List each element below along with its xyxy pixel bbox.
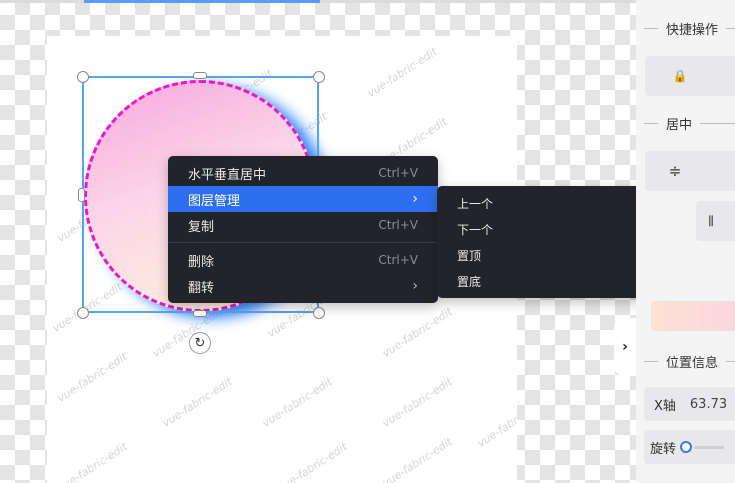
resize-handle-top[interactable] bbox=[193, 72, 207, 79]
watermark: vue-fabric-edit bbox=[379, 375, 455, 430]
ruler-selection-highlight bbox=[84, 0, 320, 3]
menu-item-shortcut: Ctrl+V bbox=[378, 218, 418, 232]
align-horizontal-center-icon: ⫼ bbox=[708, 213, 714, 228]
lock-icon: 🔒 bbox=[672, 69, 688, 83]
menu-item-label: 删除 bbox=[188, 254, 215, 270]
panel-collapse-button[interactable]: › bbox=[614, 318, 636, 376]
submenu-item-label: 置底 bbox=[457, 274, 482, 289]
menu-item-shortcut: Ctrl+V bbox=[378, 253, 418, 267]
align-vertical-center-icon: ≑ bbox=[668, 162, 682, 180]
menu-item-delete[interactable]: 删除 Ctrl+V bbox=[168, 247, 438, 273]
menu-item-shortcut: Ctrl+V bbox=[378, 166, 418, 180]
menu-item-label: 翻转 bbox=[188, 280, 215, 296]
x-axis-value: 63.73 bbox=[689, 396, 728, 412]
submenu-item-label: 上一个 bbox=[457, 196, 494, 211]
rotation-label: 旋转 bbox=[650, 441, 677, 457]
watermark: vue-fabric-edit bbox=[259, 375, 335, 430]
watermark: vue-fabric-edit bbox=[364, 45, 440, 100]
top-ruler bbox=[0, 0, 636, 3]
submenu-item-label: 置顶 bbox=[457, 248, 482, 263]
menu-item-copy[interactable]: 复制 Ctrl+V bbox=[168, 212, 438, 238]
submenu-item-label: 下一个 bbox=[457, 222, 494, 237]
resize-handle-left[interactable] bbox=[78, 188, 85, 202]
section-title-quick-ops: 快捷操作 bbox=[636, 18, 735, 38]
align-vertical-center-button[interactable]: ≑ bbox=[645, 151, 735, 191]
watermark: vue-fabric-edit bbox=[54, 350, 130, 405]
lock-button[interactable]: 🔒 bbox=[645, 56, 735, 96]
section-title-center: 居中 bbox=[636, 113, 735, 133]
context-menu: 水平垂直居中 Ctrl+V 图层管理 › 复制 Ctrl+V 删除 Ctrl+V… bbox=[168, 156, 438, 303]
resize-handle-top-left[interactable] bbox=[77, 71, 89, 83]
menu-item-layer-management[interactable]: 图层管理 › bbox=[168, 186, 438, 212]
chevron-right-icon: › bbox=[412, 278, 418, 294]
menu-item-flip[interactable]: 翻转 › bbox=[168, 273, 438, 299]
chevron-right-icon: › bbox=[622, 339, 628, 355]
menu-item-label: 复制 bbox=[188, 219, 215, 235]
fill-color-swatch[interactable] bbox=[651, 301, 735, 331]
watermark: vue-fabric-edit bbox=[274, 440, 350, 483]
align-horizontal-center-button[interactable]: ⫼ bbox=[696, 201, 735, 241]
watermark: vue-fabric-edit bbox=[474, 395, 517, 450]
watermark: vue-fabric-edit bbox=[54, 440, 130, 483]
watermark: vue-fabric-edit bbox=[149, 305, 225, 360]
menu-divider bbox=[168, 242, 438, 243]
section-title-position: 位置信息 bbox=[636, 351, 735, 371]
x-axis-label: X轴 bbox=[654, 398, 676, 414]
right-panel: 快捷操作 🔒 居中 ≑ ⫼ 位置信息 X轴 63.73 旋转 bbox=[636, 0, 735, 483]
rotation-slider-track[interactable] bbox=[694, 445, 725, 449]
rotation-slider-handle[interactable] bbox=[680, 441, 693, 453]
resize-handle-bottom[interactable] bbox=[193, 310, 207, 317]
rotate-icon[interactable]: ↻ bbox=[189, 332, 211, 354]
menu-item-label: 图层管理 bbox=[188, 193, 241, 209]
chevron-right-icon: › bbox=[412, 191, 418, 207]
menu-item-center[interactable]: 水平垂直居中 Ctrl+V bbox=[168, 160, 438, 186]
watermark: vue-fabric-edit bbox=[379, 305, 455, 360]
resize-handle-bottom-left[interactable] bbox=[77, 307, 89, 319]
x-axis-field[interactable]: X轴 63.73 bbox=[644, 387, 735, 421]
resize-handle-top-right[interactable] bbox=[313, 71, 325, 83]
resize-handle-bottom-right[interactable] bbox=[313, 307, 325, 319]
menu-item-label: 水平垂直居中 bbox=[188, 167, 267, 183]
rotation-row: 旋转 bbox=[644, 430, 735, 464]
watermark: vue-fabric-edit bbox=[379, 435, 455, 483]
watermark: vue-fabric-edit bbox=[159, 375, 235, 430]
